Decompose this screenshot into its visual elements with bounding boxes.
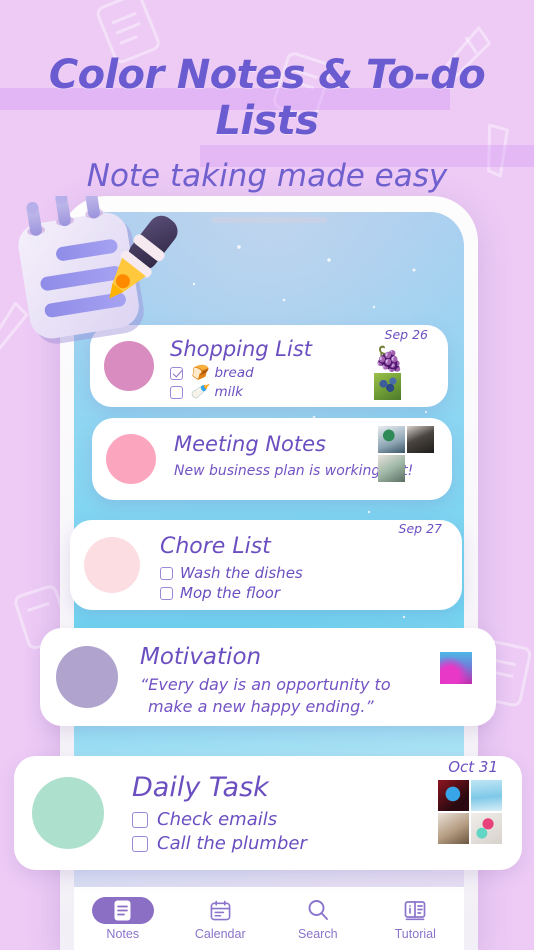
note-title: Motivation <box>140 644 262 670</box>
nav-pill-search <box>287 897 349 924</box>
checkbox-unchecked[interactable] <box>160 566 173 580</box>
meeting-photo-thumb[interactable] <box>378 455 405 482</box>
nav-item-tutorial[interactable]: Tutorial <box>367 897 465 941</box>
phone-speaker <box>211 217 327 223</box>
note-color-dot <box>56 646 118 708</box>
nav-label-notes: Notes <box>106 926 140 941</box>
todo-label: Check emails <box>157 809 278 831</box>
desk-photo-thumb[interactable] <box>438 813 469 844</box>
note-card-meeting-notes[interactable]: Meeting Notes New business plan is worki… <box>92 418 452 500</box>
nav-item-calendar[interactable]: Calendar <box>172 897 270 941</box>
search-icon <box>308 900 328 920</box>
note-content: Meeting Notes New business plan is worki… <box>156 418 436 500</box>
todo-label: Wash the dishes <box>180 564 303 583</box>
note-thumbnails[interactable] <box>440 652 472 684</box>
nav-active-pill <box>91 896 154 924</box>
note-color-dot <box>32 777 104 849</box>
nav-label-tutorial: Tutorial <box>394 926 436 941</box>
note-content: Motivation “Every day is an opportunity … <box>118 628 478 726</box>
nav-label-search: Search <box>297 926 338 941</box>
todo-label: Call the plumber <box>157 833 307 855</box>
nav-label-calendar: Calendar <box>194 926 246 941</box>
note-body-line1: “Every day is an opportunity to <box>140 675 391 695</box>
note-thumbnails[interactable] <box>438 780 504 844</box>
notepad-illustration <box>18 196 178 344</box>
water-photo-thumb[interactable] <box>471 780 502 811</box>
note-content: Shopping List 🍞 bread 🍼 milk Sep 26 🍇 <box>154 325 432 407</box>
book-info-icon <box>404 900 426 920</box>
note-card-daily-task[interactable]: Daily Task Check emails Call the plumber… <box>14 756 522 870</box>
title-highlight-band <box>0 88 450 110</box>
grapes-photo-thumb[interactable] <box>374 373 401 400</box>
note-card-motivation[interactable]: Motivation “Every day is an opportunity … <box>40 628 496 726</box>
note-card-chore-list[interactable]: Chore List Wash the dishes Mop the floor… <box>70 520 462 610</box>
checkbox-unchecked[interactable] <box>170 385 183 399</box>
galaxy-photo-thumb[interactable] <box>440 652 472 684</box>
checkbox-unchecked[interactable] <box>132 835 148 852</box>
note-body-line2: make a new happy ending.” <box>148 697 374 717</box>
note-title: Chore List <box>160 534 271 559</box>
bread-emoji: 🍞 <box>190 365 208 382</box>
note-date: Sep 26 <box>384 327 428 342</box>
checkbox-checked[interactable] <box>170 366 183 380</box>
nav-pill-tutorial <box>384 897 446 924</box>
promo-title: Color Notes & To-do Lists <box>48 52 486 144</box>
laptop-photo-thumb[interactable] <box>407 426 434 453</box>
nav-item-notes[interactable]: Notes <box>74 896 172 941</box>
note-thumbnails[interactable] <box>378 426 436 482</box>
todo-item[interactable]: Mop the floor <box>160 584 444 602</box>
calendar-icon <box>210 900 231 920</box>
note-icon <box>114 900 131 920</box>
milk-emoji: 🍼 <box>190 384 208 401</box>
todo-item[interactable]: Wash the dishes <box>160 564 444 582</box>
checkbox-unchecked[interactable] <box>160 586 173 600</box>
nav-pill-calendar <box>189 897 251 924</box>
gym-photo-thumb[interactable] <box>471 813 502 844</box>
note-thumbnails[interactable]: 🍇 <box>374 347 432 400</box>
checkbox-unchecked[interactable] <box>132 811 148 828</box>
note-content: Chore List Wash the dishes Mop the floor… <box>140 520 444 610</box>
promo-headings: Color Notes & To-do Lists Note taking ma… <box>0 0 534 194</box>
note-date: Oct 31 <box>448 758 498 776</box>
bottom-navigation[interactable]: Notes Calendar Search Tutorial <box>74 887 464 950</box>
promo-subtitle: Note taking made easy <box>86 158 448 194</box>
note-content: Daily Task Check emails Call the plumber… <box>104 756 504 870</box>
nav-item-search[interactable]: Search <box>269 897 367 941</box>
note-color-dot <box>106 434 156 484</box>
subtitle-highlight-band <box>200 145 534 167</box>
mail-photo-thumb[interactable] <box>438 780 469 811</box>
plant-photo-thumb[interactable] <box>378 426 405 453</box>
todo-label: bread <box>214 365 254 382</box>
watermelon-emoji: 🍇 <box>374 345 404 373</box>
note-color-dot <box>84 537 140 593</box>
todo-label: milk <box>214 384 243 401</box>
todo-label: Mop the floor <box>180 584 281 603</box>
note-date: Sep 27 <box>398 521 442 536</box>
